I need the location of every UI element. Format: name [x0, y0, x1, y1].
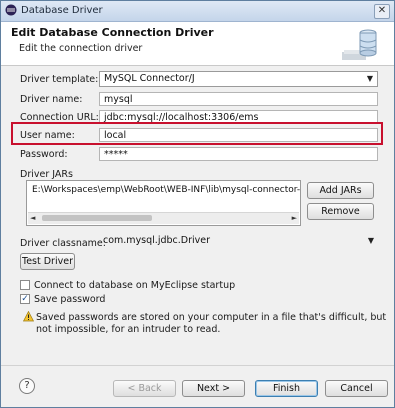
- password-label: Password:: [20, 149, 68, 160]
- database-icon: [342, 29, 377, 60]
- eclipse-app-icon: [5, 4, 17, 16]
- chevron-down-icon: ▼: [367, 236, 375, 245]
- driver-jars-list[interactable]: E:\Workspaces\emp\WebRoot\WEB-INF\lib\my…: [26, 180, 301, 226]
- remove-button[interactable]: Remove: [307, 203, 374, 220]
- page-title: Edit Database Connection Driver: [11, 26, 214, 39]
- title-bar: Database Driver ✕: [1, 1, 394, 22]
- scrollbar-thumb[interactable]: [42, 215, 152, 221]
- scroll-right-icon[interactable]: ►: [292, 213, 297, 224]
- connect-startup-label: Connect to database on MyEclipse startup: [34, 280, 236, 291]
- window-title: Database Driver: [21, 5, 103, 16]
- list-item[interactable]: E:\Workspaces\emp\WebRoot\WEB-INF\lib\my…: [29, 183, 300, 197]
- driver-name-input[interactable]: mysql: [99, 92, 378, 106]
- dialog-header: Edit Database Connection Driver Edit the…: [1, 22, 394, 66]
- driver-name-label: Driver name:: [20, 94, 83, 105]
- driver-jars-label: Driver JARs: [20, 169, 73, 180]
- driver-classname-label: Driver classname:: [20, 238, 106, 249]
- driver-template-select[interactable]: MySQL Connector/J ▼: [99, 71, 378, 87]
- footer-divider: [1, 365, 394, 366]
- add-jars-button[interactable]: Add JARs: [307, 182, 374, 199]
- help-icon[interactable]: ?: [19, 378, 35, 394]
- dialog-window: Database Driver ✕ Edit Database Connecti…: [0, 0, 395, 408]
- warning-text-line1: Saved passwords are stored on your compu…: [36, 312, 387, 323]
- horizontal-scrollbar[interactable]: ◄ ►: [28, 212, 299, 224]
- driver-template-value: MySQL Connector/J: [104, 73, 195, 84]
- test-driver-button[interactable]: Test Driver: [20, 253, 75, 270]
- finish-button[interactable]: Finish: [255, 380, 318, 397]
- cancel-button[interactable]: Cancel: [325, 380, 388, 397]
- warning-text-line2: not impossible, for an intruder to read.: [36, 324, 221, 335]
- warning-icon: [23, 311, 34, 322]
- save-password-checkbox[interactable]: ✓: [20, 294, 30, 304]
- scroll-left-icon[interactable]: ◄: [30, 213, 35, 224]
- back-button[interactable]: < Back: [113, 380, 176, 397]
- driver-classname-combo[interactable]: com.mysql.jdbc.Driver ▼: [99, 234, 378, 250]
- driver-template-label: Driver template:: [20, 74, 99, 85]
- close-button[interactable]: ✕: [374, 4, 390, 19]
- connect-startup-checkbox[interactable]: [20, 280, 30, 290]
- user-name-input[interactable]: local: [99, 128, 378, 142]
- user-name-label: User name:: [20, 130, 75, 141]
- password-input[interactable]: *****: [99, 147, 378, 161]
- next-button[interactable]: Next >: [182, 380, 245, 397]
- page-subtitle: Edit the connection driver: [19, 43, 143, 54]
- driver-classname-value: com.mysql.jdbc.Driver: [103, 235, 211, 246]
- chevron-down-icon: ▼: [366, 74, 374, 83]
- save-password-label: Save password: [34, 294, 106, 305]
